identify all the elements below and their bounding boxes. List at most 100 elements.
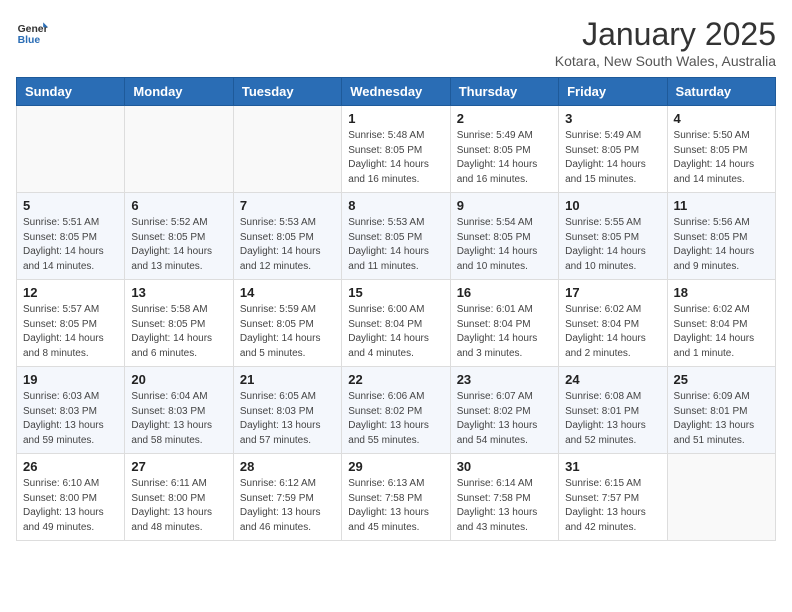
day-info: Sunrise: 6:14 AM Sunset: 7:58 PM Dayligh… (457, 477, 552, 535)
day-info: Sunrise: 6:05 AM Sunset: 8:03 PM Dayligh… (240, 390, 335, 448)
day-info: Sunrise: 6:01 AM Sunset: 8:04 PM Dayligh… (457, 303, 552, 361)
day-info: Sunrise: 5:57 AM Sunset: 8:05 PM Dayligh… (23, 303, 118, 361)
calendar-cell: 10 Sunrise: 5:55 AM Sunset: 8:05 PM Dayli… (559, 193, 667, 280)
calendar-cell: 21 Sunrise: 6:05 AM Sunset: 8:03 PM Dayli… (233, 367, 341, 454)
day-number: 19 (23, 372, 118, 387)
week-row-2: 5 Sunrise: 5:51 AM Sunset: 8:05 PM Daylig… (17, 193, 776, 280)
day-header-sunday: Sunday (17, 78, 125, 106)
day-number: 31 (565, 459, 660, 474)
day-header-monday: Monday (125, 78, 233, 106)
day-number: 25 (674, 372, 769, 387)
day-number: 8 (348, 198, 443, 213)
day-info: Sunrise: 5:59 AM Sunset: 8:05 PM Dayligh… (240, 303, 335, 361)
day-number: 28 (240, 459, 335, 474)
calendar-cell: 14 Sunrise: 5:59 AM Sunset: 8:05 PM Dayli… (233, 280, 341, 367)
day-info: Sunrise: 6:12 AM Sunset: 7:59 PM Dayligh… (240, 477, 335, 535)
day-number: 29 (348, 459, 443, 474)
calendar-cell (125, 106, 233, 193)
day-number: 2 (457, 111, 552, 126)
calendar-cell: 4Sunrise: 5:50 AM Sunset: 8:05 PM Daylig… (667, 106, 775, 193)
calendar-cell: 13Sunrise: 5:58 AM Sunset: 8:05 PM Dayli… (125, 280, 233, 367)
day-number: 26 (23, 459, 118, 474)
day-info: Sunrise: 5:56 AM Sunset: 8:05 PM Dayligh… (674, 216, 769, 274)
day-number: 12 (23, 285, 118, 300)
calendar-table: SundayMondayTuesdayWednesdayThursdayFrid… (16, 77, 776, 541)
day-info: Sunrise: 5:49 AM Sunset: 8:05 PM Dayligh… (457, 129, 552, 187)
day-info: Sunrise: 5:58 AM Sunset: 8:05 PM Dayligh… (131, 303, 226, 361)
day-number: 9 (457, 198, 552, 213)
calendar-cell: 26Sunrise: 6:10 AM Sunset: 8:00 PM Dayli… (17, 454, 125, 541)
calendar-cell (233, 106, 341, 193)
calendar-cell: 16 Sunrise: 6:01 AM Sunset: 8:04 PM Dayli… (450, 280, 558, 367)
calendar-cell: 30 Sunrise: 6:14 AM Sunset: 7:58 PM Dayli… (450, 454, 558, 541)
day-info: Sunrise: 6:06 AM Sunset: 8:02 PM Dayligh… (348, 390, 443, 448)
day-number: 23 (457, 372, 552, 387)
day-number: 11 (674, 198, 769, 213)
calendar-cell: 12 Sunrise: 5:57 AM Sunset: 8:05 PM Dayli… (17, 280, 125, 367)
week-row-1: 1Sunrise: 5:48 AM Sunset: 8:05 PM Daylig… (17, 106, 776, 193)
day-number: 24 (565, 372, 660, 387)
day-number: 6 (131, 198, 226, 213)
day-info: Sunrise: 5:49 AM Sunset: 8:05 PM Dayligh… (565, 129, 660, 187)
day-number: 27 (131, 459, 226, 474)
calendar-cell: 17 Sunrise: 6:02 AM Sunset: 8:04 PM Dayli… (559, 280, 667, 367)
day-info: Sunrise: 6:02 AM Sunset: 8:04 PM Dayligh… (565, 303, 660, 361)
day-info: Sunrise: 6:13 AM Sunset: 7:58 PM Dayligh… (348, 477, 443, 535)
calendar-cell: 22Sunrise: 6:06 AM Sunset: 8:02 PM Dayli… (342, 367, 450, 454)
day-number: 30 (457, 459, 552, 474)
calendar-cell: 3 Sunrise: 5:49 AM Sunset: 8:05 PM Daylig… (559, 106, 667, 193)
day-header-thursday: Thursday (450, 78, 558, 106)
day-header-tuesday: Tuesday (233, 78, 341, 106)
calendar-cell: 15 Sunrise: 6:00 AM Sunset: 8:04 PM Dayli… (342, 280, 450, 367)
day-info: Sunrise: 5:50 AM Sunset: 8:05 PM Dayligh… (674, 129, 769, 187)
day-info: Sunrise: 5:55 AM Sunset: 8:05 PM Dayligh… (565, 216, 660, 274)
day-number: 21 (240, 372, 335, 387)
day-info: Sunrise: 6:11 AM Sunset: 8:00 PM Dayligh… (131, 477, 226, 535)
calendar-cell: 31 Sunrise: 6:15 AM Sunset: 7:57 PM Dayli… (559, 454, 667, 541)
day-info: Sunrise: 6:07 AM Sunset: 8:02 PM Dayligh… (457, 390, 552, 448)
calendar-cell: 7 Sunrise: 5:53 AM Sunset: 8:05 PM Daylig… (233, 193, 341, 280)
calendar-cell: 19 Sunrise: 6:03 AM Sunset: 8:03 PM Dayli… (17, 367, 125, 454)
day-info: Sunrise: 5:54 AM Sunset: 8:05 PM Dayligh… (457, 216, 552, 274)
day-number: 14 (240, 285, 335, 300)
day-number: 10 (565, 198, 660, 213)
day-header-saturday: Saturday (667, 78, 775, 106)
day-number: 18 (674, 285, 769, 300)
day-info: Sunrise: 5:51 AM Sunset: 8:05 PM Dayligh… (23, 216, 118, 274)
day-number: 15 (348, 285, 443, 300)
day-number: 16 (457, 285, 552, 300)
day-info: Sunrise: 6:00 AM Sunset: 8:04 PM Dayligh… (348, 303, 443, 361)
day-header-friday: Friday (559, 78, 667, 106)
calendar-cell: 24 Sunrise: 6:08 AM Sunset: 8:01 PM Dayli… (559, 367, 667, 454)
calendar-cell: 1Sunrise: 5:48 AM Sunset: 8:05 PM Daylig… (342, 106, 450, 193)
week-row-5: 26Sunrise: 6:10 AM Sunset: 8:00 PM Dayli… (17, 454, 776, 541)
day-info: Sunrise: 6:04 AM Sunset: 8:03 PM Dayligh… (131, 390, 226, 448)
logo: General Blue (16, 16, 48, 48)
calendar-cell (667, 454, 775, 541)
day-number: 1 (348, 111, 443, 126)
day-header-wednesday: Wednesday (342, 78, 450, 106)
day-info: Sunrise: 6:02 AM Sunset: 8:04 PM Dayligh… (674, 303, 769, 361)
day-info: Sunrise: 6:08 AM Sunset: 8:01 PM Dayligh… (565, 390, 660, 448)
day-number: 17 (565, 285, 660, 300)
calendar-cell: 5 Sunrise: 5:51 AM Sunset: 8:05 PM Daylig… (17, 193, 125, 280)
month-year: January 2025 (555, 16, 776, 53)
calendar-cell: 6Sunrise: 5:52 AM Sunset: 8:05 PM Daylig… (125, 193, 233, 280)
day-number: 7 (240, 198, 335, 213)
calendar-cell: 8 Sunrise: 5:53 AM Sunset: 8:05 PM Daylig… (342, 193, 450, 280)
logo-icon: General Blue (16, 16, 48, 48)
calendar-cell: 25 Sunrise: 6:09 AM Sunset: 8:01 PM Dayli… (667, 367, 775, 454)
calendar-cell: 27 Sunrise: 6:11 AM Sunset: 8:00 PM Dayli… (125, 454, 233, 541)
page-header: General Blue January 2025 Kotara, New So… (16, 16, 776, 69)
day-number: 3 (565, 111, 660, 126)
title-block: January 2025 Kotara, New South Wales, Au… (555, 16, 776, 69)
day-info: Sunrise: 5:53 AM Sunset: 8:05 PM Dayligh… (348, 216, 443, 274)
day-info: Sunrise: 6:09 AM Sunset: 8:01 PM Dayligh… (674, 390, 769, 448)
day-info: Sunrise: 5:53 AM Sunset: 8:05 PM Dayligh… (240, 216, 335, 274)
day-info: Sunrise: 6:15 AM Sunset: 7:57 PM Dayligh… (565, 477, 660, 535)
day-number: 20 (131, 372, 226, 387)
calendar-cell: 18 Sunrise: 6:02 AM Sunset: 8:04 PM Dayli… (667, 280, 775, 367)
day-info: Sunrise: 6:03 AM Sunset: 8:03 PM Dayligh… (23, 390, 118, 448)
location: Kotara, New South Wales, Australia (555, 53, 776, 69)
day-number: 5 (23, 198, 118, 213)
